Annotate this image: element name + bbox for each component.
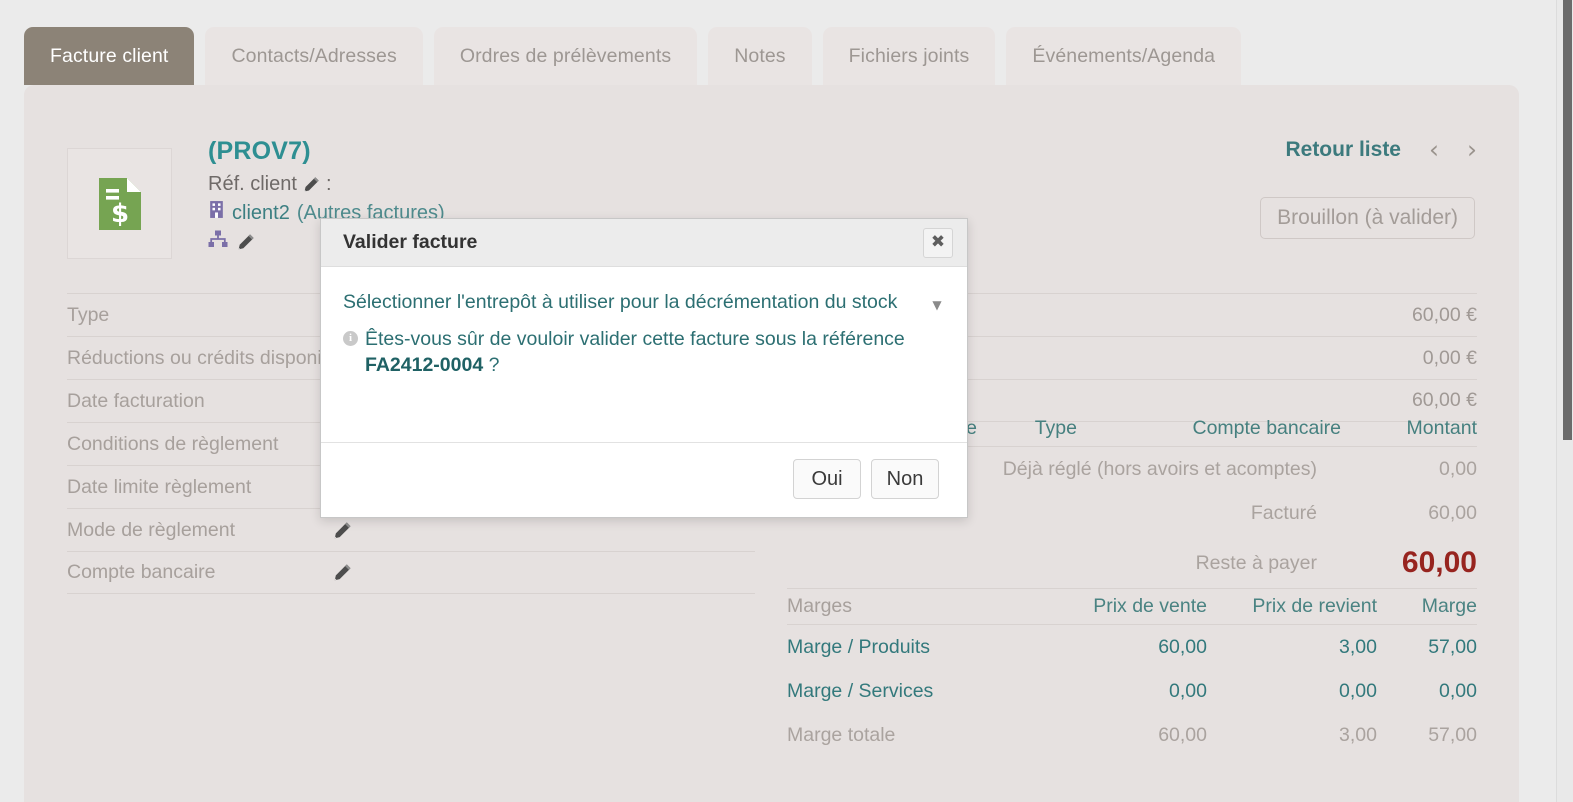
invoice-dollar-icon: $ [67,148,172,259]
margins-table-header: Marges Prix de vente Prix de revient Mar… [787,589,1477,625]
status-badge: Brouillon (à valider) [1260,197,1475,239]
column-header-prix-de-vente: Prix de vente [1093,595,1207,617]
table-row: Marge / Services 0,00 0,00 0,00 [787,669,1477,713]
column-header-type: Type [1034,416,1077,439]
confirmation-message: i Êtes-vous sûr de vouloir valider cette… [343,326,945,378]
pencil-icon[interactable] [333,563,352,582]
chevron-down-icon[interactable]: ▼ [929,299,945,311]
page-root: Facture client Contacts/Adresses Ordres … [0,0,1573,802]
warehouse-select-label: Sélectionner l'entrepôt à utiliser pour … [343,291,898,313]
row-label: Reste à payer [1195,551,1317,574]
pencil-icon[interactable] [303,176,320,193]
form-row-compte-bancaire: Compte bancaire [67,551,755,594]
row-prix-de-vente: 0,00 [1169,679,1207,702]
confirm-prefix: Êtes-vous sûr de vouloir valider cette f… [365,328,905,350]
row-label[interactable]: Marge / Produits [787,636,1027,659]
tab-bar: Facture client Contacts/Adresses Ordres … [24,27,1242,85]
row-prix-de-revient: 3,00 [1339,635,1377,658]
row-prix-de-vente: 60,00 [1158,723,1207,746]
column-header-compte-bancaire: Compte bancaire [1192,416,1342,439]
tab-label: Fichiers joints [848,44,970,67]
tab-evenements-agenda[interactable]: Événements/Agenda [1006,27,1242,85]
table-row: Marge / Produits 60,00 3,00 57,00 [787,625,1477,669]
close-icon[interactable]: ✖ [923,227,953,258]
row-amount: 60,00 [1401,546,1477,579]
tab-facture-client[interactable]: Facture client [24,27,195,85]
confirm-no-button[interactable]: Non [871,459,939,499]
tab-contacts-adresses[interactable]: Contacts/Adresses [205,27,423,85]
row-marge: 57,00 [1428,723,1477,746]
record-nav: Retour liste ‹ › [1285,137,1477,162]
back-to-list-link[interactable]: Retour liste [1285,138,1401,162]
confirm-reference: FA2412-0004 [365,354,484,376]
warehouse-select[interactable]: Sélectionner l'entrepôt à utiliser pour … [343,289,945,315]
column-header-prix-de-revient: Prix de revient [1252,595,1377,617]
client-ref-label: Réf. client [208,173,297,195]
tab-label: Ordres de prélèvements [459,44,672,67]
client-ref-line: Réf. client : [208,171,928,197]
column-header-marge: Marge [1421,595,1477,617]
pencil-icon[interactable] [237,233,255,251]
page-title: (PROV7) [208,137,311,165]
row-label[interactable]: Marge / Services [787,680,1027,703]
row-marge: 0,00 [1439,679,1477,702]
tab-label: Événements/Agenda [1032,44,1216,67]
row-marge: 57,00 [1428,635,1477,658]
confirm-yes-button[interactable]: Oui [793,459,861,499]
row-prix-de-revient: 3,00 [1339,723,1377,746]
form-label: Date limite règlement [67,475,252,498]
tab-notes[interactable]: Notes [708,27,812,85]
form-label: Mode de règlement [67,518,236,541]
building-icon [208,200,225,226]
row-amount: 60,00 [1428,501,1477,524]
form-label: Réductions ou crédits disponibles [67,346,358,369]
table-row-total: Marge totale 60,00 3,00 57,00 [787,713,1477,757]
form-label: Type [67,303,110,326]
confirm-suffix: ? [483,354,500,376]
column-header-montant: Montant [1406,416,1477,439]
scrollbar-thumb[interactable] [1563,0,1572,440]
vertical-scrollbar[interactable] [1556,0,1573,802]
tab-label: Contacts/Adresses [231,44,397,67]
column-header-marges: Marges [787,595,853,617]
client-name[interactable]: client2 [232,200,290,226]
tab-fichiers-joints[interactable]: Fichiers joints [822,27,996,85]
client-ref-separator: : [325,173,332,195]
form-label: Conditions de règlement [67,432,279,455]
chevron-left-icon[interactable]: ‹ [1429,137,1439,162]
row-prix-de-vente: 60,00 [1158,635,1207,658]
form-label: Date facturation [67,389,205,412]
validate-invoice-dialog: Valider facture ✖ Sélectionner l'entrepô… [320,218,968,518]
tab-ordres-prelevements[interactable]: Ordres de prélèvements [433,27,698,85]
row-label: Marge totale [787,723,896,746]
svg-text:$: $ [110,199,128,229]
table-row-remaining: Reste à payer 60,00 [787,535,1477,591]
margins-table: Marges Prix de vente Prix de revient Mar… [787,588,1477,757]
tab-label: Notes [734,44,786,67]
sitemap-icon[interactable] [208,230,228,253]
tab-label: Facture client [50,44,169,67]
form-label: Compte bancaire [67,561,216,583]
dialog-header: Valider facture ✖ [321,219,967,267]
dialog-title: Valider facture [343,231,478,253]
dialog-body: Sélectionner l'entrepôt à utiliser pour … [321,267,967,442]
chevron-right-icon[interactable]: › [1467,137,1477,162]
dialog-footer: Oui Non [321,442,967,517]
row-amount: 0,00 [1439,457,1477,480]
pencil-icon[interactable] [333,521,352,540]
info-icon: i [343,331,358,346]
row-prix-de-revient: 0,00 [1339,679,1377,702]
